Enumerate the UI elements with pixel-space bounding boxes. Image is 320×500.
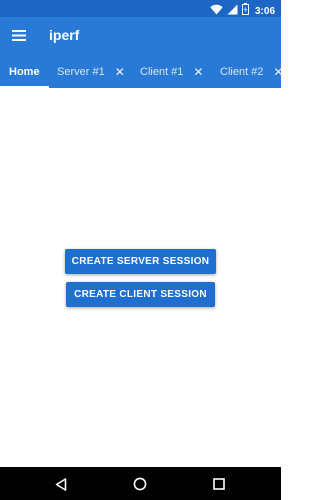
status-bar: 3:06 (0, 0, 281, 17)
tab-bar: Home Server #1 ✕ Client #1 ✕ Client #2 ✕ (0, 55, 281, 88)
status-time: 3:06 (254, 5, 275, 17)
hamburger-menu-icon[interactable] (10, 26, 28, 44)
close-icon[interactable]: ✕ (115, 66, 125, 78)
recents-icon[interactable] (210, 475, 228, 493)
tab-client-1[interactable]: Client #1 ✕ (140, 55, 203, 88)
system-nav-bar (0, 467, 281, 500)
home-icon[interactable] (131, 475, 149, 493)
tab-client-2[interactable]: Client #2 ✕ (220, 55, 281, 88)
tab-label: Client #1 (140, 65, 184, 78)
close-icon[interactable]: ✕ (193, 66, 203, 78)
tab-home[interactable]: Home (9, 55, 40, 88)
app-toolbar: iperf (0, 17, 281, 55)
tab-server-1[interactable]: Server #1 ✕ (57, 55, 125, 88)
create-client-session-button[interactable]: CREATE CLIENT SESSION (66, 282, 215, 307)
home-content: CREATE SERVER SESSION CREATE CLIENT SESS… (0, 88, 281, 467)
tab-label: Home (9, 65, 40, 78)
create-server-session-button[interactable]: CREATE SERVER SESSION (65, 249, 216, 274)
close-icon[interactable]: ✕ (273, 66, 281, 78)
back-icon[interactable] (52, 475, 70, 493)
app-title: iperf (49, 27, 80, 43)
tab-label: Client #2 (220, 65, 264, 78)
tab-label: Server #1 (57, 65, 105, 78)
